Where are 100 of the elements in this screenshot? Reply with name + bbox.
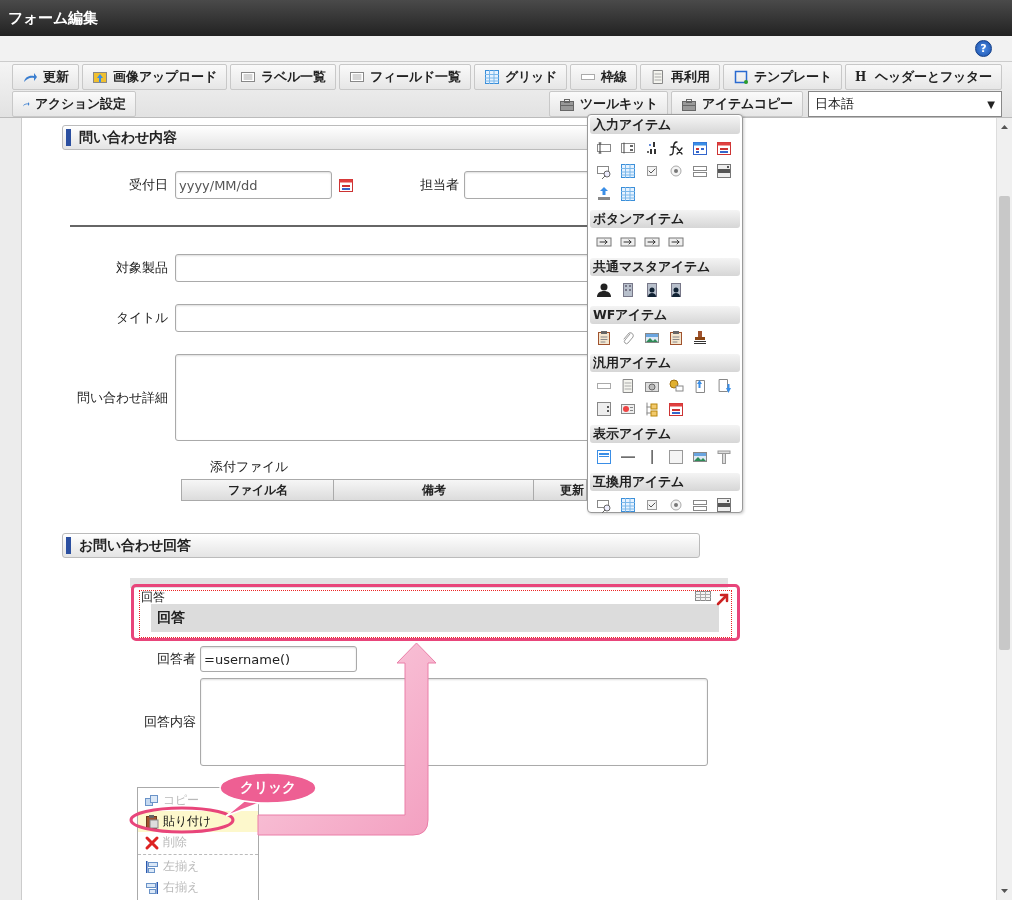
palette-title: 入力アイテム	[593, 116, 671, 134]
palette-title: 表示アイテム	[593, 425, 671, 443]
list-window-icon	[240, 69, 256, 85]
table-icon[interactable]	[620, 497, 636, 513]
date-field[interactable]: yyyy/MM/dd	[175, 171, 332, 199]
column-header: 備考	[334, 480, 534, 500]
building-person-icon[interactable]	[644, 282, 660, 298]
field-label: 対象製品	[115, 259, 169, 277]
calendar-icon[interactable]	[338, 177, 354, 193]
field-label: タイトル	[115, 309, 169, 327]
arrow-icon[interactable]	[715, 591, 731, 607]
table-icon[interactable]	[620, 163, 636, 179]
square-icon[interactable]	[668, 449, 684, 465]
document-icon[interactable]	[620, 378, 636, 394]
field-label: 添付ファイル	[210, 459, 288, 474]
list-window-icon	[349, 69, 365, 85]
align-left-icon	[144, 858, 160, 875]
building-person-icon[interactable]	[668, 282, 684, 298]
form-icon[interactable]	[596, 449, 612, 465]
toolbox-icon	[559, 96, 575, 112]
checkbox-icon[interactable]	[644, 163, 660, 179]
field-label: 回答者	[156, 650, 197, 668]
text-area[interactable]	[200, 678, 708, 766]
calendar-icon[interactable]	[668, 401, 684, 417]
calendar-icon[interactable]	[716, 140, 732, 156]
column-header: 更新	[559, 481, 585, 499]
formula-icon[interactable]	[668, 140, 684, 156]
key-icon[interactable]	[668, 378, 684, 394]
toolbar-button[interactable]: 更新	[12, 64, 79, 90]
toolbar-button[interactable]: アクション設定	[12, 91, 136, 117]
callout-tooltip: クリック	[218, 772, 318, 818]
image-upload-icon	[92, 69, 108, 85]
field-label: 問い合わせ詳細	[76, 388, 169, 407]
image-icon[interactable]	[692, 449, 708, 465]
clipboard-icon[interactable]	[596, 330, 612, 346]
toolbar-button[interactable]: ツールキット	[549, 91, 668, 117]
stamp-icon[interactable]	[692, 330, 708, 346]
toolbar-button[interactable]: ラベル一覧	[230, 64, 336, 90]
field-label: 担当者	[420, 176, 459, 194]
palette-title: 共通マスタアイテム	[593, 258, 710, 276]
radio-icon[interactable]	[668, 163, 684, 179]
toolbar-button[interactable]: 枠線	[570, 64, 637, 90]
radio-icon[interactable]	[668, 497, 684, 513]
lookup-icon[interactable]	[596, 163, 612, 179]
button-icon[interactable]	[644, 234, 660, 250]
toolbar-button[interactable]: アイテムコピー	[671, 91, 803, 117]
toolbar-button[interactable]: グリッド	[474, 64, 567, 90]
palette-title: 互換用アイテム	[593, 473, 684, 491]
align-right-icon	[144, 879, 160, 896]
toolbar-button[interactable]: 再利用	[640, 64, 720, 90]
person-icon[interactable]	[596, 282, 612, 298]
toolbox-icon	[681, 96, 697, 112]
input-field[interactable]: =username()	[200, 646, 357, 672]
item-label: 回答	[141, 591, 165, 604]
section-title: 問い合わせ内容	[79, 128, 177, 147]
scrollbar-thumb[interactable]	[999, 196, 1010, 650]
palette-title: 汎用アイテム	[593, 354, 671, 372]
palette-title: WFアイテム	[593, 306, 668, 324]
clipboard-icon	[144, 813, 160, 830]
table-icon[interactable]	[695, 588, 711, 604]
document-download-icon[interactable]	[716, 378, 732, 394]
table-icon	[484, 69, 500, 85]
toolbar-button[interactable]: フィールド一覧	[339, 64, 471, 90]
list-icon[interactable]	[716, 497, 732, 513]
calendar-icon[interactable]	[692, 140, 708, 156]
lookup-icon[interactable]	[596, 497, 612, 513]
section-title: お問い合わせ回答	[79, 536, 191, 555]
upload-icon[interactable]	[596, 186, 612, 202]
copy-icon	[144, 792, 160, 809]
item-heading: 回答	[151, 604, 719, 632]
accent-bar	[66, 537, 71, 554]
document-icon	[650, 69, 666, 85]
clipboard-icon[interactable]	[668, 330, 684, 346]
image-icon[interactable]	[644, 330, 660, 346]
toolbar-button[interactable]: H ヘッダーとフッター	[845, 64, 1003, 90]
table-icon[interactable]	[620, 186, 636, 202]
tree-icon[interactable]	[644, 401, 660, 417]
language-select[interactable]: 日本語 ▼	[808, 91, 1002, 117]
delete-icon	[144, 834, 160, 851]
toolbar-button[interactable]: 画像アップロード	[82, 64, 227, 90]
toolbar-button[interactable]: テンプレート	[723, 64, 842, 90]
list-icon[interactable]	[692, 163, 708, 179]
text-icon[interactable]	[716, 449, 732, 465]
text-field-icon[interactable]	[620, 140, 636, 156]
button-icon[interactable]	[620, 234, 636, 250]
button-icon[interactable]	[668, 234, 684, 250]
field-label: 回答内容	[143, 713, 197, 731]
list-icon[interactable]	[716, 163, 732, 179]
text-field-icon[interactable]	[596, 140, 612, 156]
button-icon[interactable]	[596, 234, 612, 250]
chart-card-icon[interactable]	[620, 401, 636, 417]
building-icon[interactable]	[620, 282, 636, 298]
list-icon[interactable]	[692, 497, 708, 513]
scrollbar[interactable]	[996, 118, 1012, 900]
form-item[interactable]: 回答 回答	[139, 590, 732, 638]
help-button[interactable]: ?	[975, 40, 992, 57]
accent-bar	[66, 129, 71, 146]
panel-icon[interactable]	[596, 401, 612, 417]
field-label: 受付日	[128, 176, 169, 194]
checkbox-icon[interactable]	[644, 497, 660, 513]
